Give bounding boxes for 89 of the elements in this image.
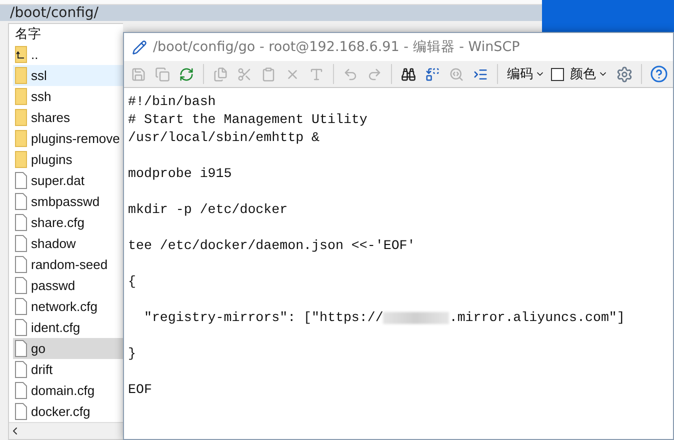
file-name: network.cfg — [31, 299, 98, 314]
file-name: drift — [31, 362, 53, 377]
code-line: EOF — [128, 381, 152, 399]
path-text: /boot/config/ — [10, 5, 98, 21]
cut-icon — [237, 66, 252, 82]
file-icon — [15, 256, 27, 273]
file-row[interactable]: ssl — [13, 65, 123, 86]
binoculars-icon — [401, 66, 416, 82]
parent-folder-icon — [15, 46, 27, 63]
select-all-icon — [309, 66, 324, 82]
redo-icon — [367, 66, 382, 82]
replace-icon — [425, 66, 440, 82]
file-name: random-seed — [31, 257, 108, 272]
file-name: domain.cfg — [31, 383, 95, 398]
file-row[interactable]: docker.cfg — [13, 401, 123, 422]
folder-icon — [15, 130, 27, 147]
file-name: ssl — [31, 68, 47, 83]
file-row[interactable]: super.dat — [13, 170, 123, 191]
code-line: #!/bin/bash — [128, 93, 216, 111]
file-row[interactable]: domain.cfg — [13, 380, 123, 401]
go-to-line-icon — [473, 66, 488, 82]
find-next-icon — [449, 66, 464, 82]
file-row[interactable]: .. — [13, 44, 123, 65]
file-name: docker.cfg — [31, 404, 90, 419]
file-row[interactable]: go — [13, 338, 123, 359]
file-icon — [15, 193, 27, 210]
file-row[interactable]: passwd — [13, 275, 123, 296]
window-title: /boot/config/go - root@192.168.6.91 - 编辑器 - WinSCP — [153, 38, 520, 56]
color-checkbox[interactable] — [551, 68, 564, 80]
file-row[interactable]: shares — [13, 107, 123, 128]
file-name: shares — [31, 110, 70, 125]
file-name: go — [31, 341, 46, 356]
copy-icon — [213, 66, 228, 82]
code-line: { — [128, 273, 136, 291]
file-icon — [15, 277, 27, 294]
file-icon — [15, 319, 27, 336]
code-text: .mirror.aliyuncs.com"] — [449, 309, 625, 327]
file-row[interactable]: random-seed — [13, 254, 123, 275]
code-line: # Start the Management Utility — [128, 111, 368, 129]
folder-icon — [15, 109, 27, 126]
file-name: passwd — [31, 278, 76, 293]
file-row[interactable]: smbpasswd — [13, 191, 123, 212]
file-icon — [15, 382, 27, 399]
file-name: smbpasswd — [31, 194, 100, 209]
help-icon — [650, 65, 668, 83]
file-row[interactable]: network.cfg — [13, 296, 123, 317]
column-header[interactable]: 名字 — [15, 25, 41, 43]
file-name: .. — [31, 47, 38, 62]
file-icon — [15, 172, 27, 189]
reload-icon — [179, 66, 194, 82]
file-icon — [15, 214, 27, 231]
file-name: share.cfg — [31, 215, 84, 230]
folder-icon — [15, 88, 27, 105]
folder-icon — [15, 151, 27, 168]
file-name: shadow — [31, 236, 76, 251]
code-text: "registry-mirrors": ["https:// — [142, 309, 384, 327]
redaction-blur — [383, 312, 450, 324]
save-icon — [131, 66, 146, 82]
file-name: plugins-remove — [31, 131, 120, 146]
color-dropdown[interactable]: 颜色 — [567, 65, 611, 83]
file-name: ident.cfg — [31, 320, 80, 335]
encoding-dropdown[interactable]: 编码 — [504, 65, 548, 83]
file-row[interactable]: ident.cfg — [13, 317, 123, 338]
code-line: } — [128, 345, 136, 363]
file-icon — [15, 235, 27, 252]
file-name: super.dat — [31, 173, 84, 188]
undo-icon — [343, 66, 358, 82]
save-all-icon — [155, 66, 170, 82]
file-row[interactable]: shadow — [13, 233, 123, 254]
paste-icon — [261, 66, 276, 82]
code-line: tee /etc/docker/daemon.json <<-'EOF' — [128, 237, 416, 255]
file-row[interactable]: plugins-remove — [13, 128, 123, 149]
editor-icon — [132, 40, 147, 54]
file-icon — [15, 298, 27, 315]
file-row[interactable]: ssh — [13, 86, 123, 107]
code-line: /usr/local/sbin/emhttp & — [128, 129, 320, 147]
folder-icon — [15, 67, 27, 84]
file-name: ssh — [31, 89, 52, 104]
file-icon — [15, 340, 27, 357]
file-name: plugins — [31, 152, 72, 167]
file-icon — [15, 403, 27, 420]
settings-icon — [616, 66, 633, 82]
file-icon — [15, 361, 27, 378]
help-button[interactable] — [648, 64, 669, 84]
code-line: modprobe i915 — [128, 165, 232, 183]
file-row[interactable]: drift — [13, 359, 123, 380]
file-row[interactable]: plugins — [13, 149, 123, 170]
code-line: mkdir -p /etc/docker — [128, 201, 288, 219]
file-row[interactable]: share.cfg — [13, 212, 123, 233]
